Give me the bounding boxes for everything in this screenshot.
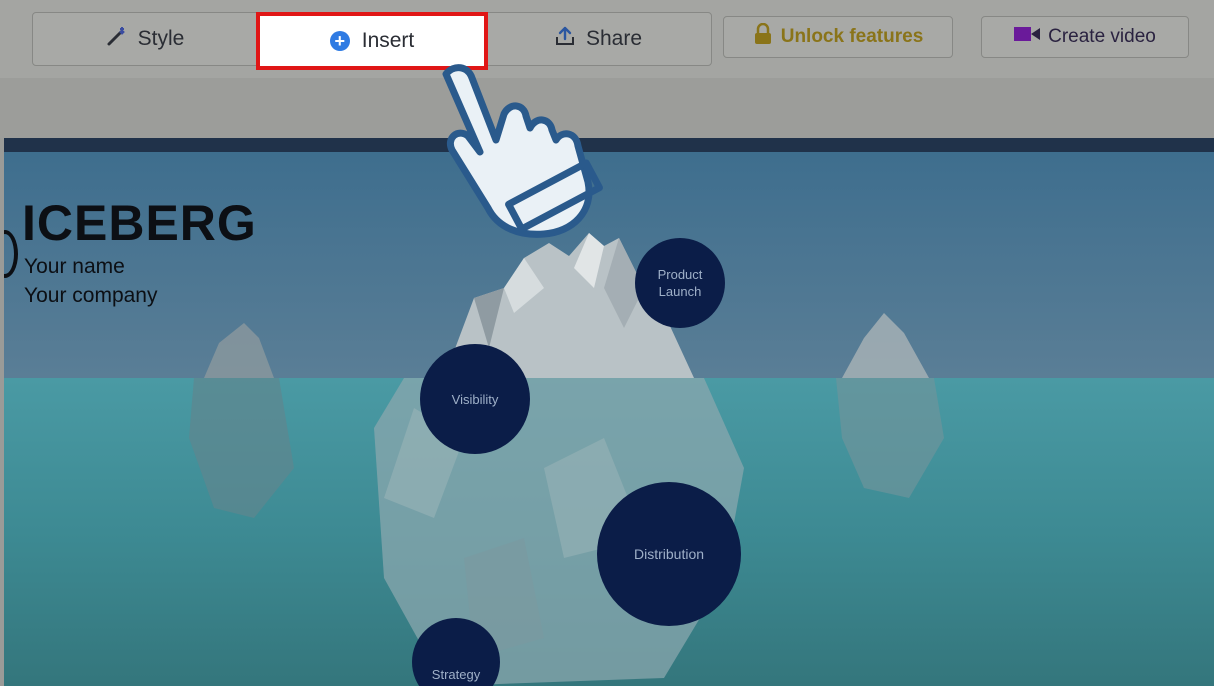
topic-label-visibility: Visibility: [451, 391, 499, 407]
unlock-features-button[interactable]: Unlock features: [723, 16, 953, 58]
slide-subtitle-company[interactable]: Your company: [24, 284, 157, 308]
slide-title[interactable]: ICEBERG: [22, 194, 257, 252]
upload-icon: [554, 25, 576, 53]
pointing-hand-icon: [432, 52, 632, 252]
unlock-features-label: Unlock features: [780, 26, 924, 47]
topic-label-product: Product: [657, 267, 703, 282]
create-video-label: Create video: [1048, 26, 1156, 47]
topic-product-launch[interactable]: Product Launch: [635, 238, 725, 328]
share-label: Share: [585, 27, 643, 50]
topic-label-distribution: Distribution: [633, 545, 705, 562]
slide-subtitle-name[interactable]: Your name: [24, 255, 125, 279]
create-video-button[interactable]: Create video: [981, 16, 1189, 58]
plus-circle-icon: +: [329, 31, 350, 51]
topic-label-strategy: Strategy: [431, 667, 481, 682]
style-button[interactable]: Style: [33, 13, 257, 65]
style-label: Style: [137, 27, 185, 50]
video-camera-icon: [1014, 26, 1041, 48]
topic-distribution[interactable]: Distribution: [597, 482, 741, 626]
topic-label-launch: Launch: [658, 284, 702, 299]
lock-icon: [753, 22, 773, 51]
topic-visibility[interactable]: Visibility: [420, 344, 530, 454]
insert-label: Insert: [361, 29, 415, 52]
magic-wand-icon: [106, 25, 128, 53]
